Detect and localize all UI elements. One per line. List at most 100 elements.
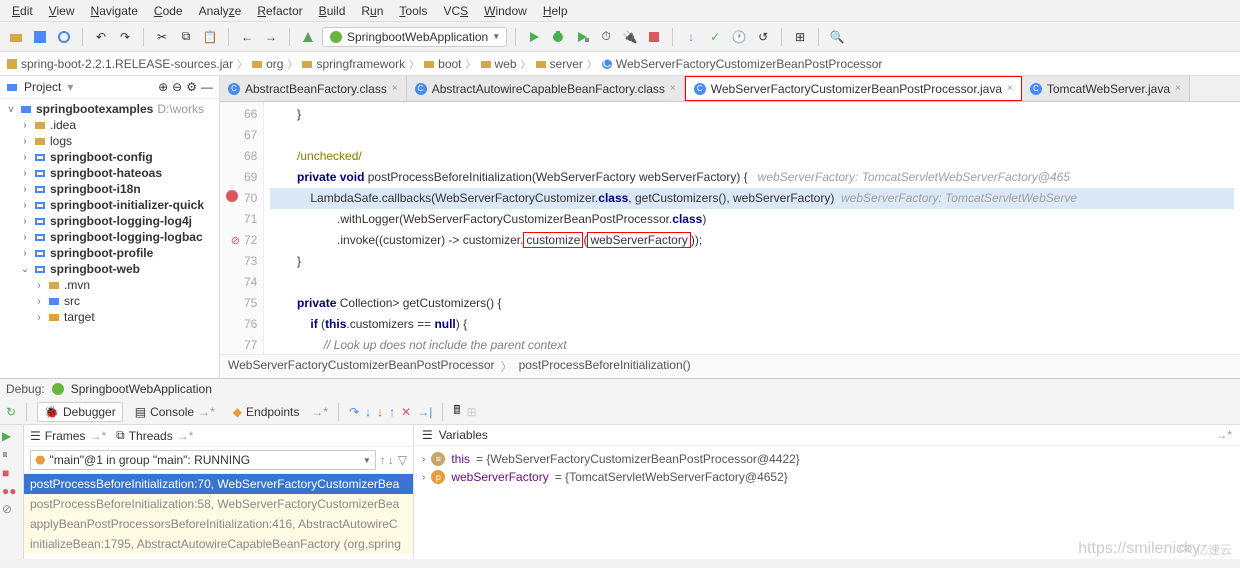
menu-help[interactable]: Help bbox=[535, 2, 576, 19]
tree-node[interactable]: ›springboot-profile bbox=[2, 245, 217, 261]
attach-icon[interactable]: 🔌 bbox=[620, 27, 640, 47]
crumb-method[interactable]: postProcessBeforeInitialization() bbox=[519, 358, 691, 375]
back-icon[interactable]: ← bbox=[237, 27, 257, 47]
force-step-into-icon[interactable]: ↓ bbox=[377, 405, 383, 419]
tab-debugger[interactable]: 🐞Debugger bbox=[37, 402, 123, 422]
close-tab-icon[interactable]: × bbox=[670, 83, 676, 94]
cut-icon[interactable]: ✂ bbox=[152, 27, 172, 47]
thread-dropdown[interactable]: ⬣ "main"@1 in group "main": RUNNING ▼ bbox=[30, 450, 376, 470]
menu-code[interactable]: Code bbox=[146, 2, 191, 19]
gutter[interactable]: 666768697071⊘727374757677 bbox=[220, 102, 264, 354]
editor-tab[interactable]: CTomcatWebServer.java× bbox=[1022, 76, 1190, 101]
tree-node[interactable]: ›springboot-hateoas bbox=[2, 165, 217, 181]
stop-icon[interactable] bbox=[644, 27, 664, 47]
undo-icon[interactable]: ↶ bbox=[91, 27, 111, 47]
vcs-commit-icon[interactable]: ✓ bbox=[705, 27, 725, 47]
tree-root[interactable]: v springbootexamples D:\works bbox=[2, 101, 217, 117]
tab-console[interactable]: ▤Console→* bbox=[129, 403, 221, 421]
menu-tools[interactable]: Tools bbox=[391, 2, 435, 19]
profile-icon[interactable]: ⏱ bbox=[596, 27, 616, 47]
run-icon[interactable] bbox=[524, 27, 544, 47]
save-icon[interactable] bbox=[30, 27, 50, 47]
editor-tab[interactable]: CAbstractBeanFactory.class× bbox=[220, 76, 407, 101]
debug-icon[interactable] bbox=[548, 27, 568, 47]
redo-icon[interactable]: ↷ bbox=[115, 27, 135, 47]
tree-node[interactable]: ›springboot-i18n bbox=[2, 181, 217, 197]
menu-view[interactable]: View bbox=[41, 2, 83, 19]
tree-node[interactable]: ›springboot-logging-logbac bbox=[2, 229, 217, 245]
search-icon[interactable]: 🔍 bbox=[827, 27, 847, 47]
tree-node[interactable]: ⌄springboot-web bbox=[2, 261, 217, 277]
frame-row[interactable]: postProcessBeforeInitialization:58, WebS… bbox=[24, 494, 413, 514]
structure-icon[interactable]: ⊞ bbox=[790, 27, 810, 47]
menu-window[interactable]: Window bbox=[476, 2, 535, 19]
tree-node[interactable]: ›springboot-logging-log4j bbox=[2, 213, 217, 229]
menu-vcs[interactable]: VCS bbox=[435, 2, 476, 19]
step-out-icon[interactable]: ↑ bbox=[389, 405, 395, 419]
bc-jar[interactable]: spring-boot-2.2.1.RELEASE-sources.jar bbox=[6, 57, 233, 71]
menu-edit[interactable]: Edit bbox=[4, 2, 41, 19]
close-tab-icon[interactable]: × bbox=[392, 83, 398, 94]
vcs-history-icon[interactable]: 🕐 bbox=[729, 27, 749, 47]
close-tab-icon[interactable]: × bbox=[1007, 83, 1013, 94]
bc-springframework[interactable]: springframework bbox=[301, 57, 405, 71]
bc-server[interactable]: server bbox=[535, 57, 583, 71]
editor-tab[interactable]: CWebServerFactoryCustomizerBeanPostProce… bbox=[685, 76, 1022, 101]
hide-icon[interactable]: — bbox=[201, 80, 213, 94]
menu-refactor[interactable]: Refactor bbox=[249, 2, 310, 19]
coverage-icon[interactable] bbox=[572, 27, 592, 47]
stop-icon[interactable]: ■ bbox=[2, 466, 21, 480]
vars-settings-icon[interactable]: →* bbox=[1215, 428, 1232, 442]
paste-icon[interactable]: 📋 bbox=[200, 27, 220, 47]
drop-frame-icon[interactable]: ✕ bbox=[401, 405, 411, 419]
resume-icon[interactable]: ▶ bbox=[2, 429, 21, 443]
threads-tab[interactable]: ⧉Threads→* bbox=[116, 428, 193, 443]
menu-analyze[interactable]: Analyze bbox=[191, 2, 250, 19]
bc-org[interactable]: org bbox=[251, 57, 283, 71]
variable-row[interactable]: ›≡this= {WebServerFactoryCustomizerBeanP… bbox=[422, 450, 1232, 468]
bc-boot[interactable]: boot bbox=[423, 57, 461, 71]
vcs-update-icon[interactable]: ↓ bbox=[681, 27, 701, 47]
frames-tab[interactable]: ☰Frames→* bbox=[30, 428, 106, 443]
frame-row[interactable]: postProcessBeforeInitialization:70, WebS… bbox=[24, 474, 413, 494]
frames-filter-icon[interactable]: ▽ bbox=[398, 453, 407, 467]
variable-row[interactable]: ›pwebServerFactory= {TomcatServletWebSer… bbox=[422, 468, 1232, 486]
settings-icon[interactable]: ⚙ bbox=[186, 80, 197, 94]
editor-tab[interactable]: CAbstractAutowireCapableBeanFactory.clas… bbox=[407, 76, 685, 101]
evaluate-icon[interactable]: 🖩 bbox=[453, 401, 460, 422]
menu-run[interactable]: Run bbox=[353, 2, 391, 19]
bc-web[interactable]: web bbox=[480, 57, 517, 71]
open-icon[interactable] bbox=[6, 27, 26, 47]
frame-row[interactable]: applyBeanPostProcessorsBeforeInitializat… bbox=[24, 514, 413, 534]
tree-node[interactable]: ›logs bbox=[2, 133, 217, 149]
close-tab-icon[interactable]: × bbox=[1175, 83, 1181, 94]
select-opened-icon[interactable]: ⊖ bbox=[172, 80, 182, 94]
tree-node[interactable]: ›springboot-config bbox=[2, 149, 217, 165]
tree-node[interactable]: ›src bbox=[2, 293, 217, 309]
trace-icon[interactable]: ⊞ bbox=[467, 405, 477, 419]
mute-breakpoints-icon[interactable]: ⊘ bbox=[2, 502, 21, 516]
crumb-class[interactable]: WebServerFactoryCustomizerBeanPostProces… bbox=[228, 358, 495, 375]
pause-icon[interactable]: ⏸ bbox=[2, 447, 21, 462]
tab-endpoints[interactable]: ◆Endpoints bbox=[227, 403, 306, 421]
restart-icon[interactable]: ↻ bbox=[6, 405, 16, 419]
run-to-cursor-icon[interactable]: →| bbox=[417, 405, 432, 419]
frame-row[interactable]: initializeBean:1795, AbstractAutowireCap… bbox=[24, 534, 413, 554]
collapse-icon[interactable]: ⊕ bbox=[158, 80, 168, 94]
menu-navigate[interactable]: Navigate bbox=[83, 2, 146, 19]
tree-node[interactable]: ›.idea bbox=[2, 117, 217, 133]
step-over-icon[interactable]: ↷ bbox=[349, 405, 359, 419]
tree-node[interactable]: ›target bbox=[2, 309, 217, 325]
view-breakpoints-icon[interactable]: ●● bbox=[2, 484, 21, 498]
code-editor[interactable]: 666768697071⊘727374757677 } /unchecked/ … bbox=[220, 102, 1240, 354]
step-into-icon[interactable]: ↓ bbox=[365, 405, 371, 419]
run-config-selector[interactable]: SpringbootWebApplication ▼ bbox=[322, 27, 507, 47]
bc-class[interactable]: CWebServerFactoryCustomizerBeanPostProce… bbox=[601, 57, 883, 71]
tree-node[interactable]: ›.mvn bbox=[2, 277, 217, 293]
next-frame-icon[interactable]: ↓ bbox=[388, 453, 394, 467]
refresh-icon[interactable] bbox=[54, 27, 74, 47]
build-icon[interactable] bbox=[298, 27, 318, 47]
forward-icon[interactable]: → bbox=[261, 27, 281, 47]
prev-frame-icon[interactable]: ↑ bbox=[380, 453, 386, 467]
vcs-revert-icon[interactable]: ↺ bbox=[753, 27, 773, 47]
